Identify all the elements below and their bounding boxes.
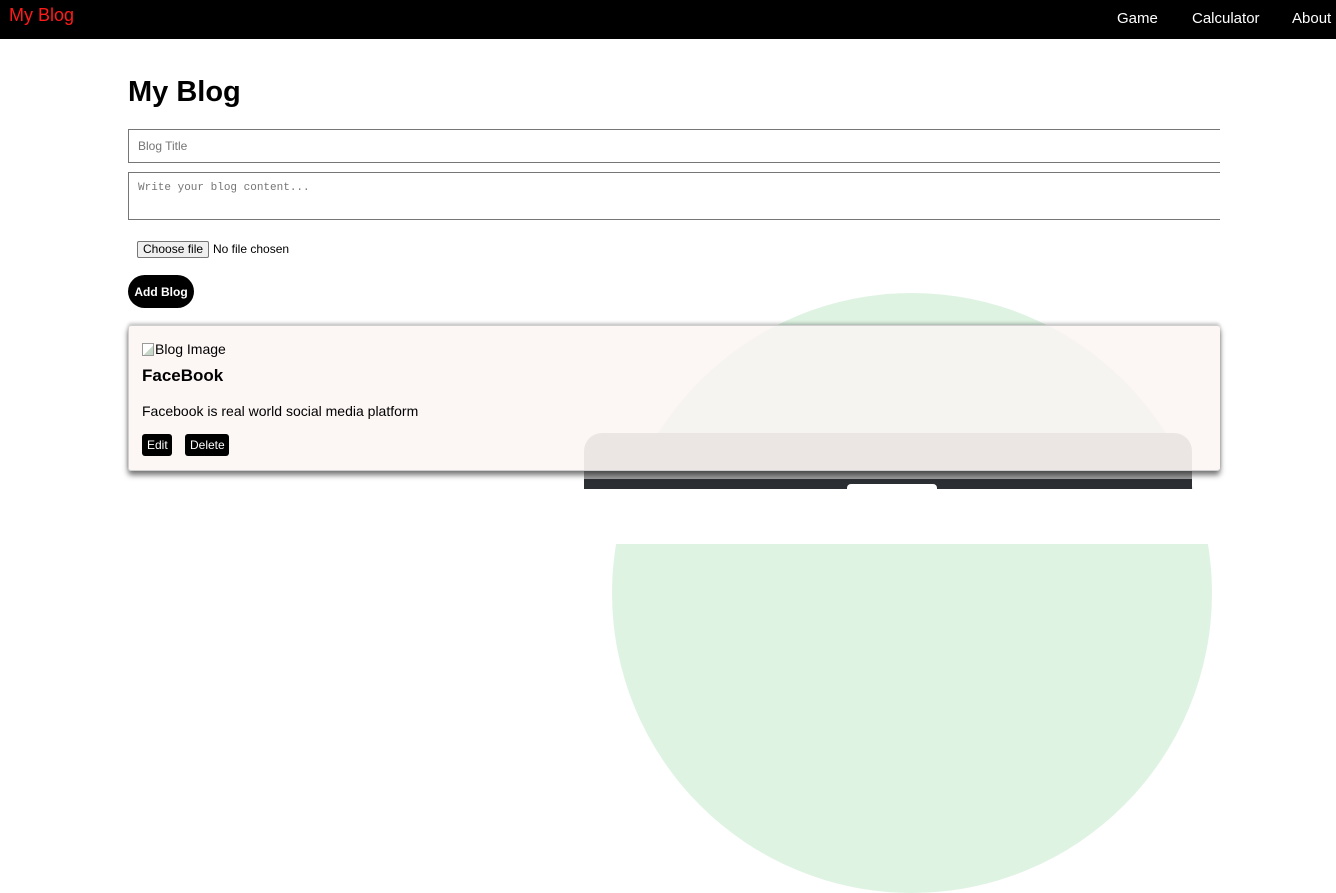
nav-link-game[interactable]: Game: [1117, 10, 1158, 27]
delete-button[interactable]: Delete: [185, 434, 229, 456]
nav-link-about[interactable]: About: [1292, 10, 1331, 27]
nav-link-calculator[interactable]: Calculator: [1192, 10, 1260, 27]
blog-post-content: Facebook is real world social media plat…: [142, 403, 419, 419]
blog-image-alt-text: Blog Image: [155, 341, 226, 357]
broken-image-icon: [142, 343, 154, 356]
blog-post-card: Blog Image FaceBook Facebook is real wor…: [128, 325, 1220, 471]
top-navbar: My Blog Game Calculator About: [0, 0, 1336, 39]
blog-content-textarea[interactable]: [128, 172, 1220, 220]
file-status-text: No file chosen: [213, 242, 290, 256]
choose-file-button[interactable]: Choose file: [137, 241, 210, 258]
page-title: My Blog: [128, 76, 241, 108]
blog-post-title: FaceBook: [142, 366, 224, 385]
blog-title-input[interactable]: [128, 129, 1220, 163]
page-bottom-area: [0, 489, 1336, 544]
brand-logo-link[interactable]: My Blog: [9, 5, 74, 25]
add-blog-button[interactable]: Add Blog: [128, 275, 194, 308]
blog-image: Blog Image: [142, 341, 226, 358]
edit-button[interactable]: Edit: [142, 434, 172, 456]
